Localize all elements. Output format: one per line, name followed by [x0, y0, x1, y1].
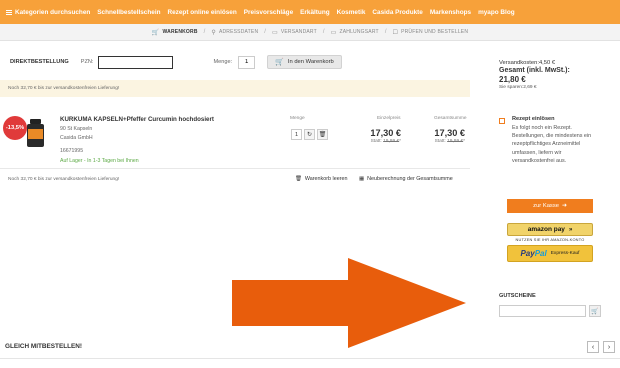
nav-brands[interactable]: Markenshops	[430, 9, 471, 16]
cart-item: -13,5% KURKUMA KAPSELN+Pfeffer Curcumin …	[0, 105, 470, 169]
amazon-pay-caption: NUTZEN SIE IHR AMAZON-KONTO	[515, 237, 585, 242]
cart-icon: 🛒	[151, 29, 160, 36]
check-icon: ☐	[392, 29, 399, 36]
amazon-pay-button[interactable]: amazon pay»	[507, 223, 593, 236]
step-cart[interactable]: 🛒 WARENKORB	[152, 29, 198, 36]
menu-icon	[6, 9, 12, 16]
prescription-title[interactable]: Rezept einlösen	[512, 116, 604, 122]
divider	[0, 358, 620, 359]
direct-quantity-input[interactable]	[238, 55, 256, 69]
location-icon: ⚲	[211, 29, 216, 36]
direct-order: DIREKTBESTELLUNG PZN: Menge: 🛒In den War…	[0, 51, 478, 73]
truck-icon: ▭	[271, 29, 278, 36]
nav-casida[interactable]: Casida Produkte	[372, 9, 422, 16]
shipping-cost: Versandkosten:4,50 €	[499, 60, 556, 66]
recalculate-link[interactable]: ▦ Neuberechnung der Gesamtsumme	[359, 176, 453, 182]
checkout-steps: 🛒 WARENKORB / ⚲ ADRESSDATEN / ▭ VERSANDART …	[0, 24, 620, 41]
nav-quick-order[interactable]: Schnellbestellschein	[97, 9, 160, 16]
trash-icon: 🗑	[295, 176, 302, 182]
product-maker: Casida GmbH	[60, 135, 93, 141]
add-to-cart-button[interactable]: 🛒 In den Warenkorb	[267, 55, 342, 69]
prescription-option: Rezept einlösen Es folgt noch ein Rezept…	[499, 116, 604, 165]
prescription-description: Es folgt noch ein Rezept. Bestellungen, …	[512, 125, 592, 164]
pzn-label: PZN:	[80, 59, 94, 65]
grand-total: 21,80 €	[499, 75, 526, 84]
step-separator: /	[384, 29, 387, 35]
discount-badge: -13,5%	[3, 116, 27, 140]
coupon-input[interactable]	[499, 305, 586, 317]
chevron-icon: »	[568, 226, 573, 233]
availability-text: Auf Lager - In 1-3 Tagen bei Ihnen	[60, 158, 139, 164]
quantity-label: Menge:	[213, 59, 233, 65]
direct-order-label: DIREKTBESTELLUNG	[10, 59, 69, 65]
step-separator: /	[322, 29, 325, 35]
trash-icon[interactable]: 🗑	[317, 129, 328, 140]
arrow-shape	[232, 258, 466, 348]
quantity-header: Menge	[290, 116, 305, 121]
clear-cart-link[interactable]: 🗑 Warenkorb leeren	[295, 176, 348, 182]
prescription-checkbox[interactable]	[499, 118, 505, 124]
paypal-button[interactable]: Pay Pal Express-Kauf	[507, 245, 593, 262]
also-order-title: GLEICH MITBESTELLEN!	[5, 343, 83, 350]
coupon-title: GUTSCHEINE	[499, 293, 536, 299]
nav-blog[interactable]: myapo Blog	[478, 9, 515, 16]
savings: Sie sparen:2,69 €	[499, 85, 537, 90]
product-size: 90 St Kapseln	[60, 126, 93, 132]
step-separator: /	[264, 29, 266, 35]
step-payment: ▭ ZAHLUNGSART	[330, 29, 379, 36]
total-price: 17,30 € Statt: 19,99 €*	[425, 128, 465, 144]
item-quantity[interactable]: 1	[291, 129, 302, 140]
carousel-prev-button[interactable]: ‹	[587, 341, 599, 353]
carousel-next-button[interactable]: ›	[603, 341, 615, 353]
top-navigation: Kategorien durchsuchen Schnellbestellsch…	[0, 0, 620, 24]
shipping-notice: Noch 32,70 € bis zur versandkostenfreien…	[0, 80, 470, 97]
large-arrow-graphic	[232, 258, 466, 348]
unit-price-header: Einzelpreis	[377, 116, 401, 121]
step-review: ☐ PRÜFEN UND BESTELLEN	[392, 29, 469, 36]
nav-cold[interactable]: Erkältung	[300, 9, 329, 16]
product-pzn: 16671995	[60, 148, 84, 154]
calculator-icon: ▦	[359, 176, 365, 182]
nav-price-suggestions[interactable]: Preisvorschläge	[244, 9, 293, 16]
total-label: Gesamt (inkl. MwSt.):	[499, 67, 570, 74]
nav-cosmetics[interactable]: Kosmetik	[337, 9, 366, 16]
step-shipping: ▭ VERSANDART	[271, 29, 317, 36]
product-name[interactable]: KURKUMA KAPSELN+Pfeffer Curcumin hochdos…	[60, 116, 214, 123]
cart-footer: Noch 32,70 € bis zur versandkostenfreien…	[0, 176, 470, 186]
refresh-icon[interactable]: ↻	[304, 129, 315, 140]
step-address: ⚲ ADRESSDATEN	[211, 29, 259, 36]
total-old-price: Statt: 19,99 €*	[434, 139, 465, 144]
card-icon: ▭	[330, 29, 337, 36]
unit-price: 17,30 € Statt: 19,99 €*	[368, 128, 401, 144]
total-header: Gesamtsumme	[434, 116, 467, 121]
pzn-input[interactable]	[98, 55, 174, 69]
product-image[interactable]	[27, 119, 44, 147]
coupon-cart-icon[interactable]: 🛒	[589, 305, 601, 317]
nav-prescription[interactable]: Rezept online einlösen	[168, 9, 237, 16]
checkout-button[interactable]: zur Kasse ➜	[507, 199, 593, 213]
cart-icon: 🛒	[275, 59, 284, 66]
step-separator: /	[203, 29, 206, 35]
nav-categories[interactable]: Kategorien durchsuchen	[6, 9, 90, 16]
order-summary: Versandkosten:4,50 € Gesamt (inkl. MwSt.…	[499, 60, 604, 90]
unit-old-price: Statt: 19,99 €*	[370, 139, 401, 144]
arrow-right-icon: ➜	[561, 203, 567, 209]
shipping-notice-bottom: Noch 32,70 € bis zur versandkostenfreien…	[8, 177, 120, 182]
